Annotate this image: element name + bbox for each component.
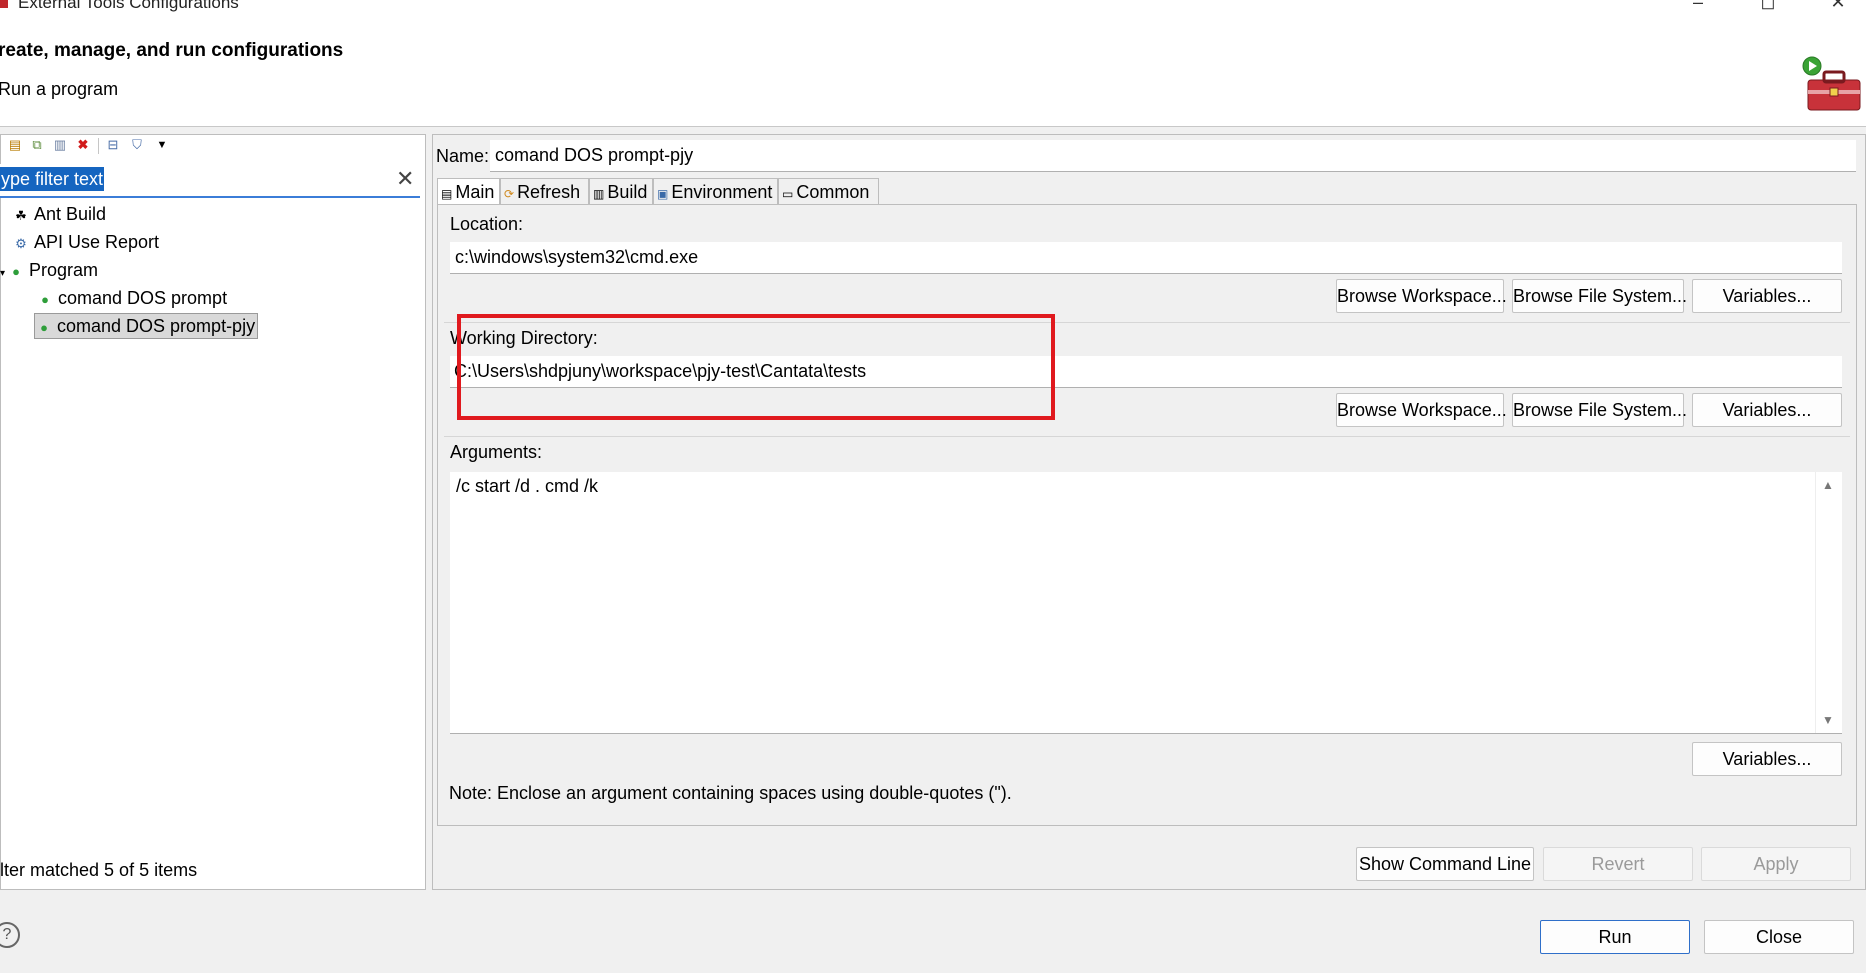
location-variables-button[interactable]: Variables...: [1692, 279, 1842, 313]
help-icon[interactable]: ?: [0, 922, 20, 948]
tree-item-ant-build[interactable]: ☘ Ant Build: [12, 202, 106, 226]
tab-main[interactable]: ▤ Main: [437, 178, 500, 206]
tab-label: Refresh: [517, 182, 581, 202]
main-tab-icon: ▤: [441, 187, 453, 201]
filter-icon[interactable]: ⛉: [130, 138, 144, 152]
duplicate-icon[interactable]: ⧉: [30, 138, 44, 152]
close-button[interactable]: Close: [1704, 920, 1854, 954]
apply-button[interactable]: Apply: [1701, 847, 1851, 881]
arguments-note: Note: Enclose an argument containing spa…: [449, 783, 1012, 803]
tab-build[interactable]: ▥ Build: [589, 178, 653, 204]
arguments-text: /c start /d . cmd /k: [456, 476, 599, 496]
refresh-tab-icon: ⟳: [504, 187, 515, 201]
working-dir-browse-workspace-button[interactable]: Browse Workspace...: [1336, 393, 1507, 427]
window-title: External Tools Configurations: [18, 0, 239, 12]
tab-common[interactable]: ▭ Common: [778, 178, 879, 204]
tab-refresh[interactable]: ⟳ Refresh: [500, 178, 589, 204]
delete-icon[interactable]: ✖: [76, 138, 90, 152]
program-icon: ●: [12, 264, 20, 279]
tree-item-label: Program: [29, 260, 99, 280]
scroll-up-icon[interactable]: ▲: [1822, 478, 1834, 492]
api-report-icon: ⚙: [15, 236, 27, 251]
tree-item-comand-dos-prompt-pjy[interactable]: ● comand DOS prompt-pjy: [34, 313, 259, 339]
name-label: Name:: [436, 146, 490, 166]
location-browse-file-system-button[interactable]: Browse File System...: [1512, 279, 1687, 313]
location-label: Location:: [450, 214, 524, 234]
dialog-subtitle: Run a program: [0, 79, 119, 99]
tab-label: Main: [455, 182, 495, 202]
arguments-label: Arguments:: [450, 442, 543, 462]
toolbox-icon: [1802, 56, 1861, 111]
dialog-title: reate, manage, and run configurations: [0, 40, 344, 61]
tree-item-label: Ant Build: [34, 204, 107, 224]
tree-item-comand-dos-prompt[interactable]: ● comand DOS prompt: [36, 286, 227, 310]
name-input[interactable]: comand DOS prompt-pjy: [490, 140, 1856, 172]
environment-tab-icon: ▣: [657, 187, 669, 201]
filter-input-text: ype filter text: [0, 167, 105, 191]
tree-item-program[interactable]: ▾ ● Program: [0, 258, 98, 282]
separator: [444, 436, 1850, 437]
show-command-line-button[interactable]: Show Command Line: [1356, 847, 1534, 881]
ant-icon: ☘: [15, 208, 27, 223]
arguments-textarea[interactable]: /c start /d . cmd /k ▲ ▼: [450, 472, 1842, 734]
view-menu-icon[interactable]: ▼: [155, 138, 169, 152]
app-icon: [0, 0, 8, 8]
tab-label: Common: [796, 182, 870, 202]
tab-label: Build: [607, 182, 648, 202]
program-config-icon: ●: [40, 320, 48, 335]
tab-label: Environment: [671, 182, 773, 202]
arguments-variables-button[interactable]: Variables...: [1692, 742, 1842, 776]
arguments-scrollbar[interactable]: ▲ ▼: [1815, 472, 1842, 733]
filter-status: lter matched 5 of 5 items: [0, 860, 198, 880]
maximize-button[interactable]: ◻: [1748, 0, 1788, 12]
collapse-all-icon[interactable]: ⊟: [106, 138, 120, 152]
run-button[interactable]: Run: [1540, 920, 1690, 954]
minimize-button[interactable]: –: [1678, 0, 1718, 12]
tab-environment[interactable]: ▣ Environment: [653, 178, 778, 204]
clear-filter-icon[interactable]: ✕: [396, 166, 414, 192]
tree-item-label: comand DOS prompt-pjy: [57, 316, 256, 336]
build-tab-icon: ▥: [593, 187, 605, 201]
export-icon[interactable]: ▥: [53, 138, 67, 152]
tree-item-label: comand DOS prompt: [58, 288, 228, 308]
filter-input[interactable]: ype filter text ✕: [0, 164, 420, 198]
location-input[interactable]: c:\windows\system32\cmd.exe: [450, 242, 1842, 274]
annotation-highlight-box: [457, 314, 1055, 420]
close-window-button[interactable]: ✕: [1818, 0, 1858, 12]
working-dir-variables-button[interactable]: Variables...: [1692, 393, 1842, 427]
tree-item-label: API Use Report: [34, 232, 160, 252]
working-dir-browse-file-system-button[interactable]: Browse File System...: [1512, 393, 1687, 427]
program-config-icon: ●: [41, 292, 49, 307]
tree-item-api-use-report[interactable]: ⚙ API Use Report: [12, 230, 159, 254]
expand-chevron-icon[interactable]: ▾: [0, 268, 5, 279]
location-browse-workspace-button[interactable]: Browse Workspace...: [1336, 279, 1507, 313]
new-configuration-icon[interactable]: ▤: [8, 138, 22, 152]
toolbar-separator: [98, 138, 99, 154]
title-bar: External Tools Configurations – ◻ ✕: [0, 0, 1866, 22]
dialog-header: reate, manage, and run configurations Ru…: [0, 22, 1866, 127]
scroll-down-icon[interactable]: ▼: [1822, 713, 1834, 727]
revert-button[interactable]: Revert: [1543, 847, 1693, 881]
common-tab-icon: ▭: [782, 187, 794, 201]
